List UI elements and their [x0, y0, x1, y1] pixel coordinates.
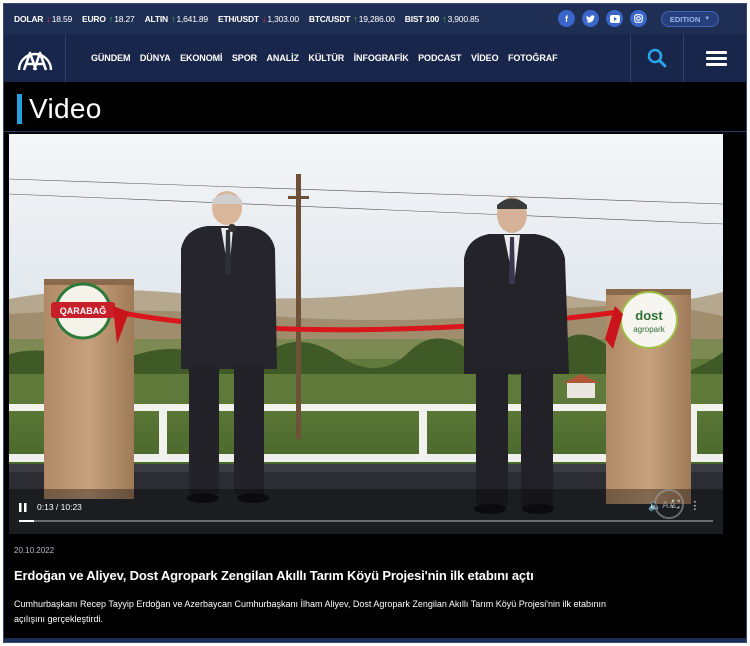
right-sign-line1: dost [635, 308, 663, 323]
ticker-label: EURO [82, 14, 106, 24]
article-summary: Cumhurbaşkanı Recep Tayyip Erdoğan ve Az… [14, 599, 607, 624]
arrow-up-icon: ↑ [170, 14, 176, 24]
arrow-up-icon: ↑ [108, 14, 114, 24]
main-navbar: GÜNDEM DÜNYA EKONOMİ SPOR ANALİZ KÜLTÜR … [4, 34, 746, 82]
nav-item-video[interactable]: VİDEO [471, 53, 499, 63]
arrow-up-icon: ↑ [353, 14, 358, 24]
video-progress-bar[interactable] [19, 520, 713, 522]
ticker-item-bist[interactable]: BIST 100 ↑ 3,900.85 [404, 14, 480, 24]
video-frame-image: QARABAĞ dost agropark [9, 134, 723, 534]
arrow-down-icon: ↓ [46, 14, 51, 24]
ticker-item-eth[interactable]: ETH/USDT ↓ 1,303.00 [218, 14, 299, 24]
nav-item-infografik[interactable]: İNFOGRAFİK [354, 53, 409, 63]
nav-item-analiz[interactable]: ANALİZ [267, 53, 300, 63]
divider [4, 131, 746, 132]
ticker-value: 18.27 [114, 14, 135, 24]
section-accent-bar [17, 94, 22, 124]
left-sign-text: QARABAĞ [60, 305, 107, 316]
twitter-icon[interactable] [582, 10, 599, 27]
chevron-down-icon: ▼ [704, 16, 711, 22]
nav-item-fotograf[interactable]: FOTOĞRAF [508, 53, 558, 63]
ticker-item-btc[interactable]: BTC/USDT ↑ 19,286.00 [309, 14, 395, 24]
pause-icon[interactable] [19, 503, 27, 512]
page-frame: DOLAR ↓ 18.59 EURO ↑ 18.27 ALTIN ↑ 1,641… [3, 3, 747, 643]
right-sign-line2: agropark [633, 325, 666, 334]
arrow-up-icon: ↑ [442, 14, 447, 24]
search-icon [647, 48, 667, 68]
instagram-icon[interactable] [630, 10, 647, 27]
ticker-item-euro[interactable]: EURO ↑ 18.27 [82, 14, 135, 24]
facebook-icon[interactable]: f [558, 10, 575, 27]
ticker-label: DOLAR [14, 14, 44, 24]
nav-item-gundem[interactable]: GÜNDEM [91, 53, 131, 63]
ticker-item-altin[interactable]: ALTIN ↑ 1,641.89 [144, 14, 209, 24]
nav-item-podcast[interactable]: PODCAST [418, 53, 461, 63]
hamburger-menu-icon [706, 48, 727, 69]
edition-label: EDITION [669, 14, 701, 24]
aa-logo-icon[interactable] [4, 34, 66, 82]
footer-band [4, 638, 746, 642]
ticker-label: ETH/USDT [217, 14, 259, 24]
nav-item-spor[interactable]: SPOR [232, 53, 257, 63]
ticker-label: ALTIN [144, 14, 169, 24]
video-right-controls: 🔈 ⛶ ⋮ [648, 499, 710, 512]
nav-item-dunya[interactable]: DÜNYA [140, 53, 171, 63]
edition-dropdown[interactable]: EDITION ▼ [661, 11, 719, 27]
search-button[interactable] [630, 34, 683, 82]
ticker-item-dolar[interactable]: DOLAR ↓ 18.59 [14, 14, 72, 24]
article-date: 20.10.2022 [14, 546, 55, 555]
ticker-value: 1,303.00 [267, 14, 299, 24]
ticker-value: 19,286.00 [358, 14, 395, 24]
social-links: f [558, 10, 654, 27]
hamburger-menu-button[interactable] [683, 34, 746, 82]
section-title: Video [29, 93, 102, 124]
nav-item-kultur[interactable]: KÜLTÜR [308, 53, 344, 63]
arrow-down-icon: ↓ [261, 14, 267, 24]
article-headline[interactable]: Erdoğan ve Aliyev, Dost Agropark Zengila… [14, 568, 734, 583]
youtube-icon[interactable] [606, 10, 623, 27]
fullscreen-icon[interactable]: ⛶ [672, 499, 680, 512]
more-options-icon[interactable]: ⋮ [689, 499, 700, 512]
video-player[interactable]: QARABAĞ dost agropark 0:13 / 10:23 🔈 ⛶ ⋮ [9, 134, 723, 534]
nav-item-ekonomi[interactable]: EKONOMİ [180, 53, 222, 63]
video-time-display: 0:13 / 10:23 [37, 502, 82, 512]
ticker-label: BTC/USDT [308, 14, 351, 24]
ticker-value: 3,900.85 [447, 14, 480, 24]
nav-menu: GÜNDEM DÜNYA EKONOMİ SPOR ANALİZ KÜLTÜR … [91, 34, 567, 82]
market-ticker: DOLAR ↓ 18.59 EURO ↑ 18.27 ALTIN ↑ 1,641… [4, 4, 746, 34]
ticker-value: 18.59 [51, 14, 73, 24]
video-controls: 0:13 / 10:23 🔈 ⛶ ⋮ [9, 494, 723, 534]
section-heading: Video [17, 93, 102, 125]
volume-icon[interactable]: 🔈 [648, 499, 662, 512]
ticker-value: 1,641.89 [176, 14, 208, 24]
ticker-label: BIST 100 [404, 14, 440, 24]
video-progress-fill [19, 520, 34, 522]
